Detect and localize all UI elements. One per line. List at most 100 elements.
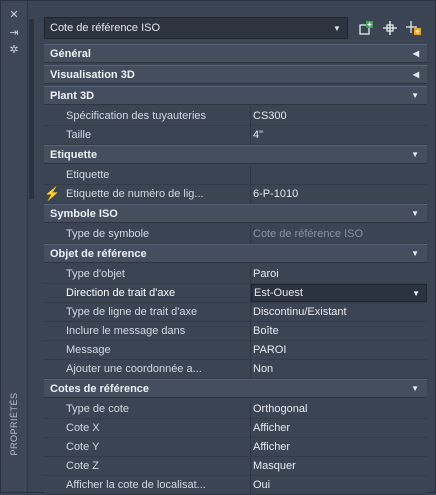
property-value[interactable]: Cote de référence ISO (251, 225, 427, 243)
category-title: Etiquette (50, 148, 98, 161)
property-label-text: Etiquette de numéro de lig... (66, 188, 204, 200)
property-row[interactable]: Type d'objet Paroi (44, 265, 427, 284)
property-label-text: Type de ligne de trait d'axe (66, 306, 198, 318)
property-label-text: Message (66, 344, 111, 356)
property-value[interactable]: Non (251, 360, 427, 378)
palette-title-bar[interactable]: ✕ ⇥ ✲ PROPRIÉTÉS (1, 1, 28, 492)
properties-palette: ✕ ⇥ ✲ PROPRIÉTÉS Cote de référence ISO ▼… (0, 0, 436, 495)
property-row[interactable]: Ajouter une coordonnée a... Non (44, 360, 427, 379)
property-value-text: PAROI (253, 344, 287, 356)
property-label: ⚡ Etiquette de numéro de lig... (44, 185, 251, 203)
property-row[interactable]: Afficher la cote de localisat... Oui (44, 476, 427, 495)
lightning-icon[interactable]: ⚡ (44, 186, 60, 202)
close-icon[interactable]: ✕ (8, 8, 20, 21)
category-plant-3d[interactable]: Plant 3D ▼ (44, 86, 427, 105)
category-visualisation-3d[interactable]: Visualisation 3D ◀ (44, 65, 427, 84)
property-value[interactable]: Paroi (251, 265, 427, 283)
property-value[interactable]: Orthogonal (251, 400, 427, 418)
palette-title: PROPRIÉTÉS (9, 392, 19, 456)
property-label: Message (44, 341, 251, 359)
property-row[interactable]: Direction de trait d'axe Est-Ouest ▼ (44, 284, 427, 303)
collapse-icon[interactable]: ▼ (411, 384, 419, 393)
property-value[interactable]: 4" (251, 126, 427, 144)
category-title: Objet de référence (50, 247, 147, 260)
select-objects-icon[interactable] (381, 19, 399, 37)
property-label-text: Cote Y (66, 441, 100, 453)
property-grid: Général ◀ Visualisation 3D ◀ Plant 3D ▼ Spécif… (44, 44, 427, 495)
object-type-value: Cote de référence ISO (50, 22, 161, 34)
property-row[interactable]: Etiquette (44, 166, 427, 185)
property-label-text: Afficher la cote de localisat... (66, 479, 206, 491)
category-title: Plant 3D (50, 89, 95, 102)
property-row[interactable]: Taille 4" (44, 126, 427, 145)
property-row[interactable]: Type de symbole Cote de référence ISO (44, 225, 427, 244)
property-row[interactable]: Inclure le message dans Boîte (44, 322, 427, 341)
category-title: Visualisation 3D (50, 68, 135, 81)
property-value[interactable]: PAROI (251, 341, 427, 359)
property-label-text: Type de symbole (66, 228, 150, 240)
category-objet-de-reference[interactable]: Objet de référence ▼ (44, 244, 427, 263)
property-value-text: 4" (253, 129, 264, 141)
property-label: Taille (44, 126, 251, 144)
property-value[interactable]: Afficher (251, 419, 427, 437)
property-label-text: Inclure le message dans (66, 325, 186, 337)
property-row[interactable]: Type de ligne de trait d'axe Discontinu/E… (44, 303, 427, 322)
category-title: Cotes de référence (50, 382, 150, 395)
property-label: Inclure le message dans (44, 322, 251, 340)
property-value[interactable]: Afficher (251, 438, 427, 456)
property-label: Type de cote (44, 400, 251, 418)
property-label-text: Etiquette (66, 169, 110, 181)
toggle-pickadd-icon[interactable] (405, 19, 423, 37)
property-row[interactable]: Type de cote Orthogonal (44, 400, 427, 419)
property-label: Type de ligne de trait d'axe (44, 303, 251, 321)
scrollbar[interactable] (29, 19, 34, 199)
category-title: Symbole ISO (50, 207, 118, 220)
collapse-icon[interactable]: ▼ (411, 91, 419, 100)
property-value-text: Boîte (253, 325, 279, 337)
property-row[interactable]: Cote X Afficher (44, 419, 427, 438)
property-value[interactable]: Boîte (251, 322, 427, 340)
object-type-dropdown[interactable]: Cote de référence ISO ▼ (44, 17, 348, 39)
property-value[interactable]: Oui (251, 476, 427, 494)
property-label-text: Spécification des tuyauteries (66, 110, 207, 122)
expand-icon[interactable]: ◀ (413, 70, 419, 79)
category-general[interactable]: Général ◀ (44, 44, 427, 63)
property-value-text: Cote de référence ISO (253, 228, 364, 240)
property-value[interactable] (251, 166, 427, 184)
collapse-icon[interactable]: ▼ (411, 249, 419, 258)
property-row[interactable]: Cote Y Afficher (44, 438, 427, 457)
property-value[interactable]: Masquer (251, 457, 427, 475)
category-etiquette[interactable]: Etiquette ▼ (44, 145, 427, 164)
property-value[interactable]: CS300 (251, 107, 427, 125)
property-row[interactable]: Spécification des tuyauteries CS300 (44, 107, 427, 126)
property-value-text: Afficher (253, 422, 291, 434)
category-symbole-iso[interactable]: Symbole ISO ▼ (44, 204, 427, 223)
settings-icon[interactable]: ✲ (8, 43, 20, 56)
property-label-text: Cote X (66, 422, 100, 434)
chevron-down-icon[interactable]: ▼ (412, 289, 420, 298)
expand-icon[interactable]: ◀ (413, 49, 419, 58)
property-value-text: Paroi (253, 268, 279, 280)
property-label: Type de symbole (44, 225, 251, 243)
property-label: Cote X (44, 419, 251, 437)
property-value[interactable]: 6-P-1010 (251, 185, 427, 203)
property-value[interactable]: Discontinu/Existant (251, 303, 427, 321)
property-label: Spécification des tuyauteries (44, 107, 251, 125)
property-value-text: Est-Ouest (254, 287, 303, 299)
property-row[interactable]: Message PAROI (44, 341, 427, 360)
property-value[interactable]: Est-Ouest ▼ (251, 284, 427, 302)
auto-hide-icon[interactable]: ⇥ (8, 26, 20, 39)
collapse-icon[interactable]: ▼ (411, 150, 419, 159)
quick-select-icon[interactable] (357, 19, 375, 37)
property-row[interactable]: Cote Z Masquer (44, 457, 427, 476)
chevron-down-icon: ▼ (333, 23, 341, 33)
property-value-text: Afficher (253, 441, 291, 453)
category-cotes-de-reference[interactable]: Cotes de référence ▼ (44, 379, 427, 398)
property-label-text: Cote Z (66, 460, 100, 472)
property-row[interactable]: ⚡ Etiquette de numéro de lig... 6-P-1010 (44, 185, 427, 204)
property-value-text: 6-P-1010 (253, 188, 299, 200)
property-label-text: Ajouter une coordonnée a... (66, 363, 202, 375)
collapse-icon[interactable]: ▼ (411, 209, 419, 218)
property-value-text: CS300 (253, 110, 287, 122)
property-value-text: Masquer (253, 460, 296, 472)
